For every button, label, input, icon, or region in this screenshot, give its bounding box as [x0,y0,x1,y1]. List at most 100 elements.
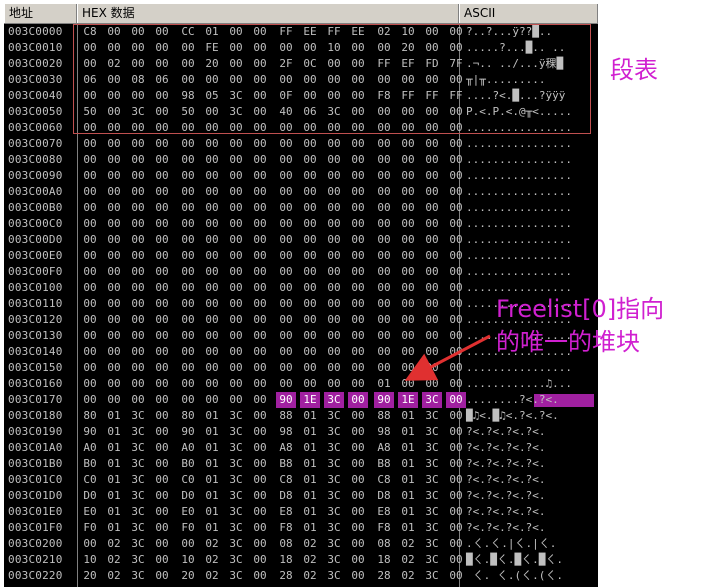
hex-byte[interactable]: 3C [324,408,344,424]
hex-byte[interactable]: 01 [104,472,124,488]
row-address[interactable]: 003C00E0 [8,248,63,264]
hex-byte[interactable]: 00 [374,216,394,232]
row-ascii[interactable]: ................ [466,216,596,232]
hex-byte[interactable]: 01 [104,440,124,456]
hex-byte[interactable]: 00 [348,504,368,520]
hex-byte[interactable]: 00 [398,328,418,344]
hex-byte[interactable]: 00 [250,232,270,248]
hex-byte[interactable]: 90 [178,424,198,440]
row-ascii[interactable]: ................ [466,136,596,152]
hex-byte[interactable]: 00 [152,536,172,552]
hex-byte[interactable]: 00 [422,232,442,248]
hex-byte[interactable]: 00 [80,152,100,168]
row-address[interactable]: 003C0020 [8,56,63,72]
hex-byte[interactable]: 00 [398,232,418,248]
hex-byte[interactable]: 00 [104,136,124,152]
row-address[interactable]: 003C0180 [8,408,63,424]
hex-byte[interactable]: 00 [276,232,296,248]
row-address[interactable]: 003C00C0 [8,216,63,232]
row-address[interactable]: 003C01D0 [8,488,63,504]
row-ascii[interactable]: ?<.?<.?<.?<. [466,504,596,520]
row-ascii[interactable]: ................ [466,184,596,200]
hex-byte[interactable]: 3C [422,472,442,488]
hex-byte[interactable]: 00 [178,216,198,232]
hex-byte[interactable]: 00 [104,280,124,296]
hex-byte[interactable]: 01 [300,408,320,424]
hex-byte[interactable]: 01 [104,488,124,504]
hex-byte[interactable]: 00 [202,344,222,360]
hex-byte[interactable]: 3C [422,440,442,456]
row-ascii[interactable]: ?<.?<.?<.?<. [466,520,596,536]
hex-byte[interactable]: 00 [152,168,172,184]
hex-byte[interactable]: 80 [178,408,198,424]
hex-byte[interactable]: 28 [276,568,296,584]
hex-byte[interactable]: 00 [374,344,394,360]
hex-byte[interactable]: 3C [324,568,344,584]
hex-byte[interactable]: 01 [202,504,222,520]
hex-byte[interactable]: 01 [300,488,320,504]
row-address[interactable]: 003C00B0 [8,200,63,216]
hex-byte[interactable]: 00 [446,424,466,440]
hex-byte[interactable]: 00 [300,360,320,376]
hex-byte[interactable]: 01 [202,456,222,472]
hex-byte[interactable]: 00 [276,264,296,280]
hex-byte[interactable]: 00 [178,328,198,344]
hex-byte[interactable]: 00 [276,328,296,344]
hex-byte[interactable]: 88 [276,408,296,424]
hex-byte[interactable]: 00 [104,376,124,392]
hex-byte[interactable]: 00 [202,152,222,168]
row-ascii[interactable]: ................ [466,168,596,184]
row-ascii[interactable]: ............♫... [466,376,596,392]
hex-byte[interactable]: 00 [446,392,466,408]
hex-byte[interactable]: 01 [374,376,394,392]
hex-byte[interactable]: 00 [250,168,270,184]
row-ascii[interactable]: █ㄑ.█ㄑ.█ㄑ.█ㄑ. [466,552,596,568]
hex-byte[interactable]: 00 [152,248,172,264]
hex-byte[interactable]: 00 [348,200,368,216]
hex-byte[interactable]: 01 [104,456,124,472]
row-address[interactable]: 003C0080 [8,152,63,168]
hex-byte[interactable]: 00 [226,280,246,296]
hex-byte[interactable]: B8 [374,456,394,472]
dump-row[interactable]: 003C0180 80 01 3C 00 80 01 3C 00 88 01 3C 00 88 01 3C 00… [4,408,598,424]
row-ascii[interactable]: ?<.?<.?<.?<. [466,456,596,472]
hex-byte[interactable]: 3C [128,440,148,456]
hex-byte[interactable]: 00 [80,344,100,360]
hex-byte[interactable]: 00 [300,216,320,232]
hex-byte[interactable]: 00 [104,264,124,280]
hex-byte[interactable]: 28 [374,568,394,584]
hex-byte[interactable]: 00 [276,296,296,312]
hex-byte[interactable]: 00 [324,248,344,264]
hex-byte[interactable]: 00 [128,248,148,264]
hex-byte[interactable]: 00 [226,264,246,280]
hex-byte[interactable]: 00 [446,552,466,568]
hex-byte[interactable]: 00 [324,280,344,296]
hex-byte[interactable]: D8 [374,488,394,504]
row-address[interactable]: 003C0190 [8,424,63,440]
hex-byte[interactable]: 08 [374,536,394,552]
hex-byte[interactable]: 3C [422,504,442,520]
hex-byte[interactable]: C0 [80,472,100,488]
hex-byte[interactable]: 00 [374,328,394,344]
row-ascii[interactable]: ................ [466,248,596,264]
hex-byte[interactable]: 00 [398,248,418,264]
row-address[interactable]: 003C0070 [8,136,63,152]
hex-byte[interactable]: 3C [422,552,442,568]
hex-byte[interactable]: 00 [374,248,394,264]
hex-byte[interactable]: 00 [300,232,320,248]
hex-byte[interactable]: 00 [300,376,320,392]
hex-byte[interactable]: 00 [104,152,124,168]
hex-byte[interactable]: 3C [226,408,246,424]
hex-byte[interactable]: 00 [226,312,246,328]
hex-byte[interactable]: 3C [128,568,148,584]
hex-byte[interactable]: 00 [80,312,100,328]
hex-byte[interactable]: 00 [398,280,418,296]
hex-byte[interactable]: 01 [300,472,320,488]
hex-byte[interactable]: 00 [202,216,222,232]
row-address[interactable]: 003C0150 [8,360,63,376]
hex-byte[interactable]: 3C [422,424,442,440]
row-address[interactable]: 003C00D0 [8,232,63,248]
hex-byte[interactable]: 00 [276,248,296,264]
hex-byte[interactable]: 00 [250,456,270,472]
dump-row[interactable]: 003C00C0 00 00 00 00 00 00 00 00 00 00 00 00 00 00 00 00… [4,216,598,232]
